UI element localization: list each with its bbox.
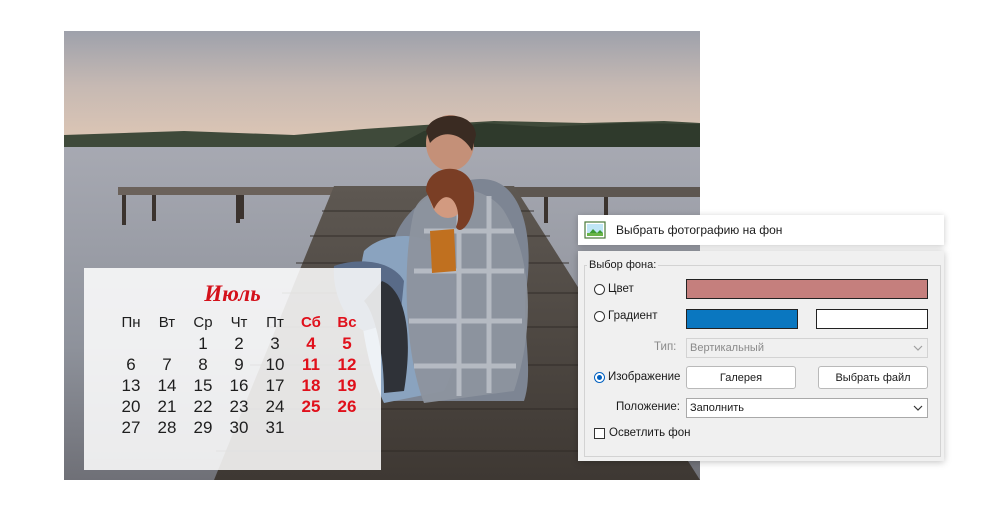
color-option-label: Цвет: [608, 283, 634, 295]
calendar-day: 23: [229, 397, 249, 416]
image-option[interactable]: Изображение: [594, 371, 680, 383]
type-select[interactable]: Вертикальный: [686, 338, 928, 358]
choose-file-button[interactable]: Выбрать файл: [818, 366, 928, 389]
image-picture-icon: [584, 221, 606, 239]
calendar-day: 4: [306, 334, 316, 353]
calendar-day: [113, 333, 149, 354]
lighten-label: Осветлить фон: [609, 427, 691, 439]
dialog-title: Выбрать фотографию на фон: [616, 223, 783, 237]
calendar-day: 7: [162, 355, 172, 374]
calendar-day: 31: [265, 418, 285, 437]
calendar-day: 21: [157, 397, 177, 416]
weekday-header: Пт: [266, 314, 284, 331]
calendar-day: 15: [193, 376, 213, 395]
chevron-down-icon: [913, 345, 923, 351]
calendar-day: 11: [302, 355, 320, 374]
type-label: Тип:: [654, 341, 677, 353]
calendar-day: 5: [342, 334, 352, 353]
weekday-header: Вс: [337, 314, 357, 331]
calendar-day: 8: [198, 355, 208, 374]
gradient-radio[interactable]: [594, 310, 605, 322]
weekday-header: Чт: [230, 314, 248, 331]
calendar-day: [149, 333, 185, 354]
image-option-label: Изображение: [608, 371, 681, 383]
calendar-day: 2: [234, 334, 244, 353]
color-radio[interactable]: [594, 283, 605, 295]
calendar-day: 6: [126, 355, 136, 374]
background-settings-panel: Выбор фона: Цвет Градиент Тип: Вертикаль…: [578, 251, 944, 461]
chevron-down-icon: [913, 405, 923, 411]
calendar-grid: Пн Вт Ср Чт Пт Сб Вс 1 2 3 4 5 6 7 8 9 10 11 12 13 14 15 16 17 1…: [113, 312, 365, 438]
gradient-option[interactable]: Градиент: [594, 310, 658, 322]
weekday-header: Пн: [121, 314, 141, 331]
gallery-button[interactable]: Галерея: [686, 366, 796, 389]
calendar-day: 26: [337, 397, 357, 416]
calendar-day: 10: [265, 355, 285, 374]
color-swatch[interactable]: [686, 279, 928, 299]
position-select[interactable]: Заполнить: [686, 398, 928, 418]
calendar-day: 27: [121, 418, 141, 437]
gradient-option-label: Градиент: [608, 310, 658, 322]
calendar-day: [329, 417, 365, 438]
gradient-start-swatch[interactable]: [686, 309, 798, 329]
position-label: Положение:: [616, 401, 680, 413]
calendar-day: 20: [121, 397, 141, 416]
calendar-day: 18: [301, 376, 321, 395]
weekday-header: Сб: [301, 314, 321, 331]
group-title: Выбор фона:: [587, 259, 659, 271]
calendar-day: 13: [121, 376, 141, 395]
calendar-day: 24: [265, 397, 285, 416]
dialog-titlebar: Выбрать фотографию на фон: [578, 215, 944, 245]
calendar-day: 16: [229, 376, 249, 395]
calendar-day: 12: [337, 355, 357, 374]
calendar-day: 1: [198, 334, 208, 353]
image-radio[interactable]: [594, 371, 605, 383]
lighten-checkbox[interactable]: [594, 427, 605, 439]
calendar-overlay: Июль Пн Вт Ср Чт Пт Сб Вс 1 2 3 4 5 6 7 8 9 10 11 12 13 14 15…: [84, 268, 381, 470]
calendar-day: 29: [193, 418, 213, 437]
calendar-day: 9: [234, 355, 244, 374]
position-select-value: Заполнить: [690, 402, 745, 414]
calendar-day: 22: [193, 397, 213, 416]
calendar-day: 19: [337, 376, 357, 395]
calendar-day: 28: [157, 418, 177, 437]
calendar-day: [293, 417, 329, 438]
calendar-day: 3: [270, 334, 280, 353]
color-option[interactable]: Цвет: [594, 283, 634, 295]
lighten-option[interactable]: Осветлить фон: [594, 427, 691, 439]
calendar-day: 30: [229, 418, 249, 437]
month-title: Июль: [204, 281, 261, 306]
calendar-day: 25: [301, 397, 321, 416]
calendar-day: 14: [157, 376, 177, 395]
weekday-header: Вт: [158, 314, 176, 331]
type-select-value: Вертикальный: [690, 342, 764, 354]
weekday-header: Ср: [193, 314, 213, 331]
calendar-day: 17: [265, 376, 285, 395]
gradient-end-swatch[interactable]: [816, 309, 928, 329]
